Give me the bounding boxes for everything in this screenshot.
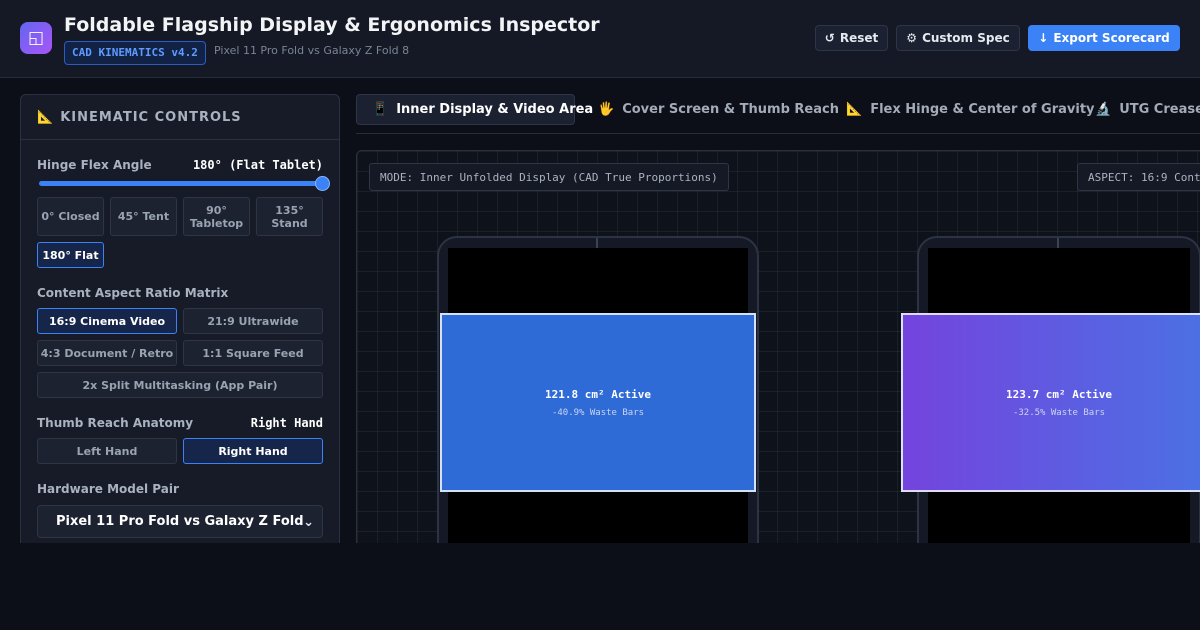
- export-scorecard-button[interactable]: ↓ Export Scorecard: [1028, 25, 1180, 51]
- thumb-reach-label: Thumb Reach Anatomy: [37, 416, 194, 430]
- waste-bars-value: -40.9% Waste Bars: [551, 407, 645, 418]
- tab-label: Inner Display & Video Area: [396, 102, 594, 117]
- hardware-model-select[interactable]: Pixel 11 Pro Fold vs Galaxy Z Fold ⌄: [37, 505, 323, 538]
- phone-icon: 📱: [372, 102, 389, 117]
- app-logo-icon: ◱: [20, 22, 52, 54]
- export-scorecard-label: Export Scorecard: [1053, 31, 1170, 45]
- hinge-preset-0-closed[interactable]: 0° Closed: [37, 197, 104, 236]
- custom-spec-button[interactable]: ⚙ Custom Spec: [896, 25, 1020, 51]
- panel-title: 📐 KINEMATIC CONTROLS: [21, 95, 339, 140]
- tab-inner-display[interactable]: 📱 Inner Display & Video Area: [356, 94, 593, 125]
- mode-tag: MODE: Inner Unfolded Display (CAD True P…: [369, 163, 729, 191]
- hinge-angle-label: Hinge Flex Angle: [37, 158, 152, 172]
- hinge-preset-90-tabletop[interactable]: 90° Tabletop: [183, 197, 250, 236]
- active-area-value: 123.7 cm² Active: [1006, 387, 1112, 401]
- hand-icon: 🖐: [598, 102, 615, 117]
- reset-label: Reset: [839, 31, 879, 45]
- hardware-model-selected: Pixel 11 Pro Fold vs Galaxy Z Fold: [56, 514, 304, 529]
- aspect-option-split[interactable]: 2x Split Multitasking (App Pair): [37, 372, 323, 398]
- tab-cover-screen[interactable]: 🖐 Cover Screen & Thumb Reach: [598, 94, 839, 125]
- aspect-ratio-label: Content Aspect Ratio Matrix: [37, 286, 229, 300]
- aspect-option-4-3[interactable]: 4:3 Document / Retro: [37, 340, 177, 366]
- hinge-angle-value: 180° (Flat Tablet): [192, 158, 323, 172]
- hinge-preset-135-stand[interactable]: 135° Stand: [256, 197, 323, 236]
- cad-viewport: MODE: Inner Unfolded Display (CAD True P…: [356, 150, 1200, 543]
- tab-label: Cover Screen & Thumb Reach: [622, 102, 839, 117]
- microscope-icon: 🔬: [1095, 102, 1112, 117]
- hinge-angle-slider[interactable]: [39, 176, 330, 191]
- ruler-icon: 📐: [37, 109, 55, 125]
- reset-button[interactable]: ↺ Reset: [815, 25, 888, 51]
- aspect-tag: ASPECT: 16:9 Cont: [1077, 163, 1200, 191]
- app-title: Foldable Flagship Display & Ergonomics I…: [64, 14, 600, 36]
- hinge-preset-180-flat[interactable]: 180° Flat: [37, 242, 104, 268]
- tab-label: UTG Crease C: [1119, 102, 1200, 117]
- gear-icon: ⚙: [906, 31, 918, 45]
- thumb-option-left-hand[interactable]: Left Hand: [37, 438, 177, 464]
- hardware-model-label: Hardware Model Pair: [37, 482, 179, 496]
- custom-spec-label: Custom Spec: [922, 31, 1010, 45]
- hinge-preset-45-tent[interactable]: 45° Tent: [110, 197, 177, 236]
- panel-title-text: KINEMATIC CONTROLS: [60, 109, 242, 125]
- thumb-reach-value: Right Hand: [250, 416, 323, 430]
- video-content-area: 121.8 cm² Active -40.9% Waste Bars: [440, 313, 756, 492]
- tab-flex-hinge[interactable]: 📐 Flex Hinge & Center of Gravity: [846, 94, 1095, 125]
- tab-label: Flex Hinge & Center of Gravity: [870, 102, 1095, 117]
- thumb-option-right-hand[interactable]: Right Hand: [183, 438, 323, 464]
- device-right: 123.7 cm² Active -32.5% Waste Bars: [901, 236, 1200, 543]
- aspect-option-21-9[interactable]: 21:9 Ultrawide: [183, 308, 323, 334]
- app-header: ◱ Foldable Flagship Display & Ergonomics…: [0, 0, 1200, 78]
- download-icon: ↓: [1038, 31, 1049, 45]
- aspect-option-16-9[interactable]: 16:9 Cinema Video: [37, 308, 177, 334]
- chevron-down-icon: ⌄: [303, 515, 314, 530]
- header-subtitle: Pixel 11 Pro Fold vs Galaxy Z Fold 8: [214, 44, 410, 57]
- kinematic-controls-panel: 📐 KINEMATIC CONTROLS Hinge Flex Angle 18…: [20, 94, 340, 543]
- active-area-value: 121.8 cm² Active: [545, 387, 651, 401]
- video-content-area: 123.7 cm² Active -32.5% Waste Bars: [901, 313, 1200, 492]
- device-left: 121.8 cm² Active -40.9% Waste Bars: [437, 236, 759, 543]
- tabs-divider: [356, 133, 1200, 134]
- aspect-option-1-1[interactable]: 1:1 Square Feed: [183, 340, 323, 366]
- slider-thumb[interactable]: [315, 176, 330, 191]
- ruler-icon: 📐: [846, 102, 863, 117]
- tab-utg-crease[interactable]: 🔬 UTG Crease C: [1095, 94, 1200, 125]
- version-badge: CAD KINEMATICS v4.2: [64, 41, 206, 65]
- reset-icon: ↺: [824, 31, 835, 45]
- waste-bars-value: -32.5% Waste Bars: [1012, 407, 1106, 418]
